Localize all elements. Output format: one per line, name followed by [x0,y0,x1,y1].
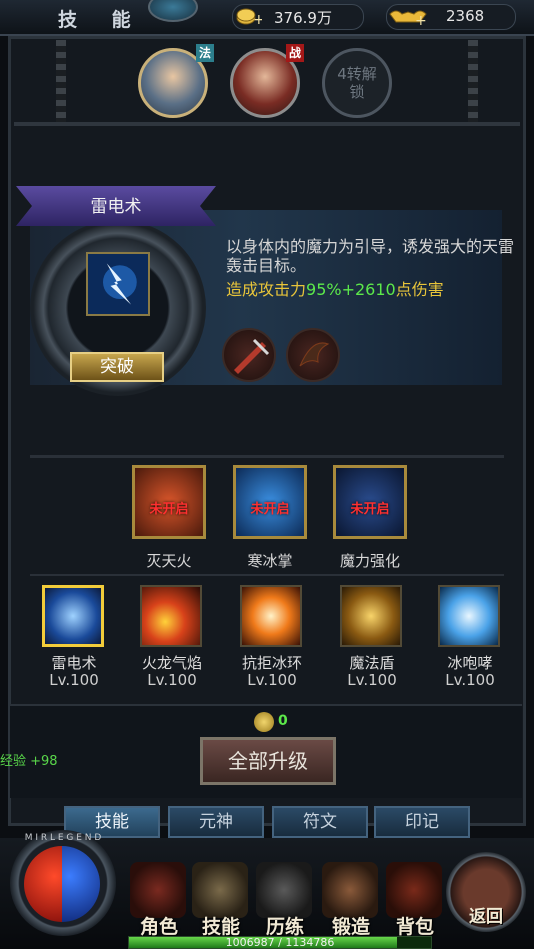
divider [14,122,520,126]
nav-character-label: 角色 [139,916,178,938]
exp-gain-popup: 经验 +98 [0,754,58,769]
skill-coin-count: 0 [278,713,288,729]
breakthrough-button[interactable]: 突破 [70,352,164,382]
chain-decoration-right [468,40,478,124]
dragon-claw-rune-icon [299,342,330,367]
skill-slot-5[interactable] [438,585,500,647]
forge-hammer-nav-icon[interactable] [322,862,378,918]
chain-decoration-left [56,40,66,124]
nav-backpack-label: 背包 [395,916,434,938]
locked-skill-1-name: 灭天火 [146,552,192,570]
skill-1-name: 雷电术 [51,654,97,672]
nav-forge-label: 锻造 [331,916,370,938]
skill-3-name: 抗拒冰环 [241,654,302,672]
tab-runes[interactable]: 符文 [272,806,368,838]
locked-skill-3-status: 未开启 [350,502,390,517]
skill-detail-name: 雷电术 [90,197,142,217]
back-button-label: 返回 [469,907,503,927]
tab-marks[interactable]: 印记 [374,806,470,838]
effect-suffix: 点伤害 [395,280,444,299]
skills-book-nav-icon[interactable] [192,862,248,918]
character-nav-icon[interactable] [130,862,186,918]
skill-5-name: 冰咆哮 [447,654,493,672]
warrior-class-badge: 战 [286,44,304,62]
skill-4-level: Lv.100 [347,671,397,689]
crossbow-rune-icon [234,338,270,374]
effect-value: 95%+2610 [306,280,396,299]
svg-text:M I R L E G E N D: M I R L E G E N D [25,833,102,843]
lightning-skill-icon [86,252,150,316]
orb-lettering: M I R L E G E N D [25,833,102,843]
rune-slot-1[interactable] [222,328,276,382]
skill-5-level: Lv.100 [445,671,495,689]
nav-training-label: 历练 [265,916,304,938]
exp-bar-text: 1006987 / 1134786 [225,936,335,949]
skill-effect: 造成攻击力95%+2610点伤害 [226,276,444,300]
locked-slot-label: 4转解锁 [337,65,377,101]
skill-2-level: Lv.100 [147,671,197,689]
svg-text:+: + [415,13,427,26]
backpack-nav-icon[interactable] [386,862,442,918]
skill-slot-2[interactable] [140,585,202,647]
divider [30,574,504,576]
locked-skill-3-name: 魔力强化 [339,552,400,570]
ingot-amount: 2368 [446,7,485,25]
gold-amount: 376.9万 [274,9,332,27]
locked-skill-2-name: 寒冰掌 [247,552,293,570]
tab-spirit[interactable]: 元神 [168,806,264,838]
gold-ingot-icon: + [389,10,427,26]
mage-class-badge: 法 [196,44,214,62]
divider [30,455,504,458]
skill-coin-icon [254,712,274,732]
skill-4-name: 魔法盾 [349,654,395,672]
skill-description: 以身体内的魔力为引导，诱发强大的天雷轰击目标。 [226,237,515,275]
upgrade-all-button[interactable]: 全部升级 [200,737,336,785]
skill-slot-1[interactable] [42,585,104,647]
locked-skill-1-status: 未开启 [149,502,189,517]
skill-slot-3[interactable] [240,585,302,647]
rune-slot-2[interactable] [286,328,340,382]
locked-skill-2-status: 未开启 [250,502,290,517]
skill-1-level: Lv.100 [49,671,99,689]
nav-skills-label: 技能 [201,916,240,938]
locked-character-slot[interactable]: 4转解锁 [322,48,392,118]
skill-3-level: Lv.100 [247,671,297,689]
skill-slot-4[interactable] [340,585,402,647]
gold-coin-icon: + [236,8,262,26]
svg-text:+: + [253,12,262,26]
page-title: 技 能 [58,9,145,31]
training-nav-icon[interactable] [256,862,312,918]
effect-prefix: 造成攻击力 [226,280,307,299]
skill-2-name: 火龙气焰 [141,654,202,672]
